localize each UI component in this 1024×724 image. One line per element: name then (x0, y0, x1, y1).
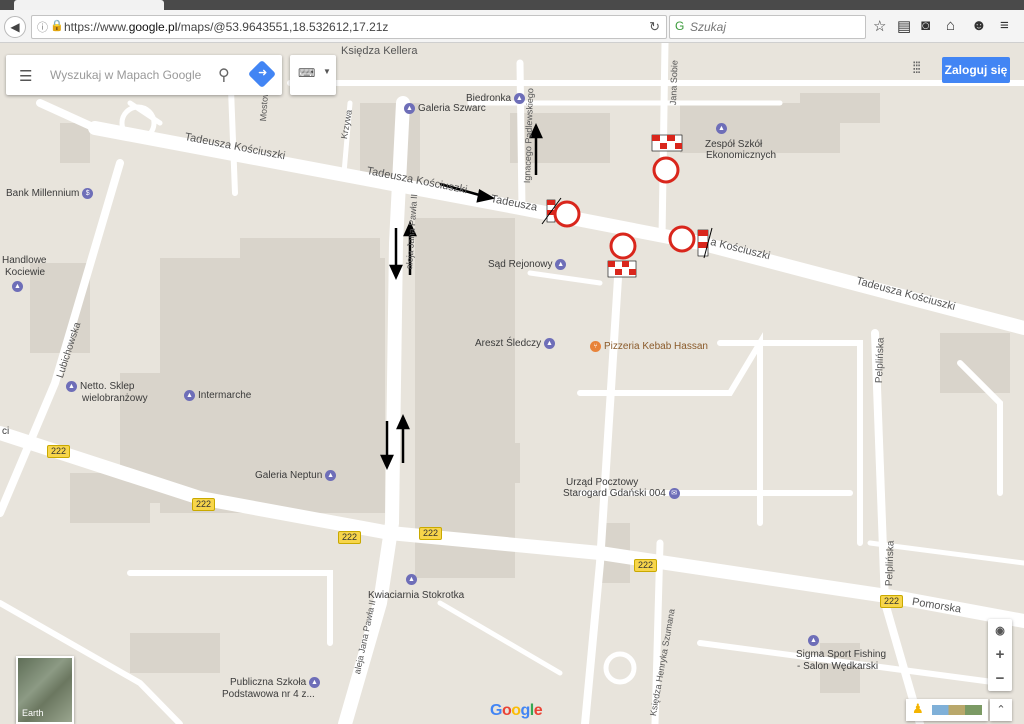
search-icon[interactable]: ⚲ (218, 65, 230, 85)
url-text: https://www.google.pl/maps/@53.9643551,1… (64, 20, 389, 34)
chevron-down-icon: ▼ (323, 67, 331, 76)
government-icon: ▲ (555, 259, 567, 270)
reload-icon[interactable]: ↻ (649, 19, 660, 35)
active-tab[interactable] (14, 0, 164, 10)
place-szkola[interactable]: Publiczna Szkoła ▲ (230, 677, 323, 688)
cart-icon: ▲ (184, 390, 195, 401)
pegman-icon[interactable]: ♟ (912, 701, 924, 717)
place-fragment: ci (2, 426, 10, 437)
zoom-control: ◉ + − (988, 619, 1012, 691)
route-badge: 222 (880, 595, 904, 608)
school-icon: ▲ (308, 677, 320, 688)
back-icon[interactable]: ◀ (4, 16, 26, 38)
place-pizzeria[interactable]: ⑂ Pizzeria Kebab Hassan (590, 341, 708, 352)
directions-icon[interactable]: ➜ (247, 59, 277, 89)
route-badge: 222 (634, 559, 658, 572)
place-urzad-sub[interactable]: Starogard Gdański 004 ✉ (563, 488, 683, 499)
menu-icon[interactable]: ≡ (1000, 17, 1009, 34)
street-label: Księdza Kellera (341, 45, 418, 57)
place-bank[interactable]: Bank Millennium $ (6, 188, 96, 199)
map-graphics (0, 43, 1024, 724)
url-bar[interactable]: ⓘ 🔒 https://www.google.pl/maps/@53.96435… (31, 15, 667, 39)
place-sad[interactable]: Sąd Rejonowy ▲ (488, 259, 569, 270)
street-label: Pelplińska (874, 337, 887, 384)
route-badge: 222 (338, 531, 362, 544)
maps-search-panel: ☰ Wyszukaj w Mapach Google ⚲ ➜ (6, 55, 282, 95)
map-canvas[interactable]: Księdza Kellera Tadeusza Kościuszki Tade… (0, 43, 1024, 724)
imagery-thumbnails[interactable] (932, 705, 982, 715)
browser-search-input[interactable]: G Szukaj (669, 15, 866, 39)
star-icon[interactable]: ☆ (873, 17, 886, 35)
shopping-icon: ▲ (66, 381, 77, 392)
keyboard-button[interactable]: ⌨ ▼ (290, 55, 336, 95)
locate-icon[interactable]: ◉ (988, 619, 1012, 643)
place-galeria-szwarc[interactable]: ▲ Galeria Szwarc (404, 103, 486, 114)
shopping-icon[interactable]: ▲ (406, 574, 417, 585)
cart-icon: ▲ (513, 93, 525, 104)
place-netto-sub: wielobranżowy (82, 393, 148, 404)
restaurant-icon: ⑂ (590, 341, 601, 352)
zoom-out-button[interactable]: − (988, 667, 1012, 691)
pocket-icon[interactable]: ◙ (921, 17, 930, 34)
logo-letter: o (511, 702, 521, 719)
place-kociewie[interactable]: Kociewie (5, 267, 45, 278)
hamburger-icon[interactable]: ☰ (19, 67, 32, 85)
school-icon[interactable]: ▲ (716, 123, 727, 134)
street-view-bar[interactable]: ♟ (906, 699, 988, 721)
place-szkola-sub: Podstawowa nr 4 z... (222, 689, 315, 700)
logo-letter: G (490, 702, 502, 719)
street-label: Jana Sobie (668, 59, 680, 106)
place-handlowe[interactable]: Handlowe (2, 255, 46, 266)
route-badge: 222 (192, 498, 216, 511)
lock-icon: 🔒 (50, 20, 64, 32)
place-zespol-sub: Ekonomicznych (706, 150, 777, 161)
sign-in-button[interactable]: Zaloguj się (942, 57, 1010, 83)
search-icon: G (675, 19, 685, 33)
place-zespol[interactable]: Zespół Szkół (705, 139, 762, 150)
clipboard-icon[interactable]: ▤ (897, 17, 911, 35)
logo-letter: e (533, 702, 543, 719)
smile-icon[interactable]: ☻ (971, 17, 987, 34)
shopping-icon: ▲ (404, 103, 415, 114)
route-badge: 222 (47, 445, 71, 458)
place-sigma[interactable]: Sigma Sport Fishing (796, 649, 886, 660)
place-sigma-sub: - Salon Wędkarski (797, 661, 879, 672)
browser-toolbar: ◀ ⓘ 🔒 https://www.google.pl/maps/@53.964… (0, 10, 1024, 43)
logo-letter: g (520, 702, 531, 719)
earth-toggle[interactable]: Earth (16, 656, 74, 724)
place-urzad[interactable]: Urząd Pocztowy (566, 477, 638, 488)
logo-letter: o (501, 702, 512, 719)
maps-search-input[interactable]: Wyszukaj w Mapach Google (50, 68, 201, 82)
place-galeria-neptun[interactable]: Galeria Neptun ▲ (255, 470, 339, 481)
tab-strip (0, 0, 1024, 10)
shopping-icon: ▲ (325, 470, 337, 481)
info-icon[interactable]: ⓘ (37, 19, 48, 35)
shopping-icon[interactable]: ▲ (12, 281, 23, 292)
google-logo: Google (490, 702, 543, 720)
shopping-icon[interactable]: ▲ (808, 635, 819, 646)
apps-grid-icon[interactable]: ⁞⁞⁞ (912, 60, 921, 78)
place-biedronka[interactable]: Biedronka ▲ (466, 93, 528, 104)
expand-icon[interactable]: ⌃ (990, 699, 1012, 721)
route-badge: 222 (419, 527, 443, 540)
street-label: Pelplińska (884, 540, 897, 587)
zoom-in-button[interactable]: + (988, 643, 1012, 667)
government-icon: ▲ (543, 338, 555, 349)
place-areszt[interactable]: Areszt Śledczy ▲ (475, 338, 558, 349)
place-intermarche[interactable]: ▲ Intermarche (184, 390, 251, 401)
bank-icon: $ (82, 188, 94, 199)
mail-icon: ✉ (668, 488, 680, 499)
home-icon[interactable]: ⌂ (946, 17, 955, 34)
keyboard-icon: ⌨ (298, 66, 316, 80)
place-netto[interactable]: ▲ Netto. Sklep (66, 381, 134, 392)
place-kwiaciarnia[interactable]: Kwiaciarnia Stokrotka (368, 590, 464, 601)
